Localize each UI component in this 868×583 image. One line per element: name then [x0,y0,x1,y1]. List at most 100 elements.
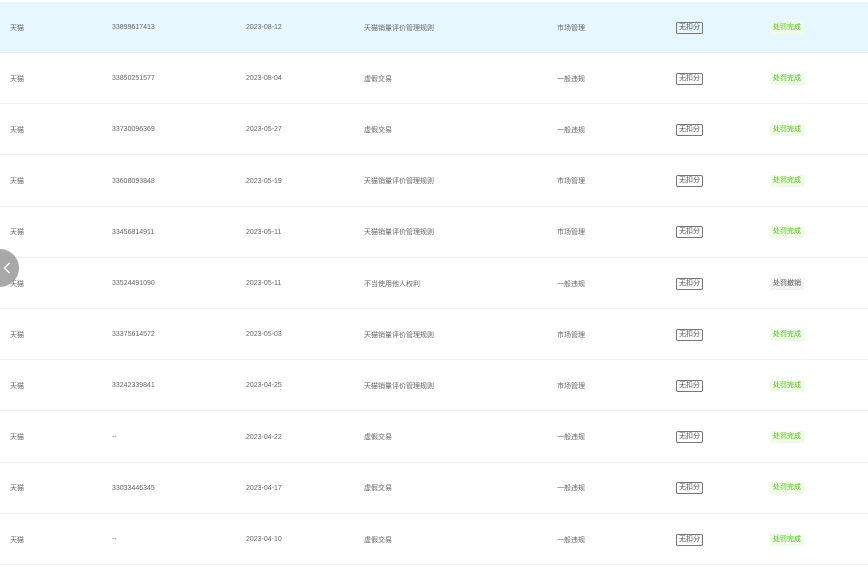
violation-reason-text: 天猫销量评价管理规则 [364,178,434,186]
violation-type-cell: 市场管理 [557,207,585,258]
status-badge: 处罚完成 [770,533,804,546]
status-cell: 处罚完成 [770,463,804,514]
record-id-cell: -- [112,514,117,565]
deduction-tag: 无扣分 [676,379,703,392]
record-id-cell: -- [112,412,117,463]
deduction-tag: 无扣分 [676,123,703,136]
date-cell: 2023-05-19 [246,156,282,207]
platform-cell: 天猫 [10,104,24,155]
record-id-cell: 33456814911 [112,207,154,258]
violation-reason-text: 不当使用他人权利 [364,280,420,288]
table-row[interactable]: 天猫 33375614572 2023-05-03 天猫销量评价管理规则 市场管理 无扣分… [0,309,868,361]
violation-type-text: 市场管理 [557,178,585,186]
chevron-left-icon [3,262,10,274]
violation-reason-text: 天猫销量评价管理规则 [364,229,434,237]
deduction-tag: 无扣分 [676,175,703,188]
date-text: 2023-08-12 [246,24,282,31]
violation-type-cell: 一般违规 [557,412,585,463]
record-id-text: 33850251577 [112,75,155,83]
violation-type-cell: 一般违规 [557,514,585,565]
deduction-cell: 无扣分 [676,207,703,258]
status-badge: 处罚撤销 [770,277,804,290]
deduction-tag: 无扣分 [676,72,703,85]
table-row[interactable]: 天猫 -- 2023-04-10 虚假交易 一般违规 无扣分 处罚完成 [0,514,868,565]
status-cell: 处罚完成 [770,156,804,207]
violation-type-cell: 市场管理 [557,2,585,53]
date-cell: 2023-04-17 [246,463,282,514]
date-text: 2023-04-17 [246,484,282,492]
record-id-text: -- [112,536,117,543]
deduction-tag: 无扣分 [676,21,703,34]
table-row[interactable]: 天猫 33456814911 2023-05-11 天猫销量评价管理规则 市场管理 无扣分… [0,207,868,258]
record-id-cell: 33375614572 [112,309,155,360]
date-text: 2023-04-25 [246,382,282,390]
date-text: 2023-04-10 [246,536,282,543]
deduction-cell: 无扣分 [676,360,703,411]
date-cell: 2023-04-25 [246,360,282,411]
status-cell: 处罚撤销 [770,258,804,309]
platform-cell: 天猫 [10,156,24,207]
violation-reason-cell: 虚假交易 [364,104,392,155]
date-cell: 2023-05-11 [246,258,281,309]
violation-reason-text: 天猫销量评价管理规则 [364,382,434,390]
date-cell: 2023-05-03 [246,309,282,360]
status-cell: 处罚完成 [770,360,804,411]
table-row[interactable]: 天猫 33524491090 2023-05-11 不当使用他人权利 一般违规 无扣分 处罚… [0,258,868,309]
deduction-cell: 无扣分 [676,412,703,463]
date-cell: 2023-04-10 [246,514,282,565]
record-id-cell: 33524491090 [112,258,155,309]
platform-cell: 天猫 [10,514,24,565]
violation-type-text: 一般违规 [557,280,585,288]
table-row[interactable]: 天猫 33608093848 2023-05-19 天猫销量评价管理规则 市场管理 无扣分… [0,156,868,207]
record-id-cell: 33242339841 [112,360,155,411]
violation-reason-cell: 虚假交易 [364,514,392,565]
table-row[interactable]: 天猫 -- 2023-04-22 虚假交易 一般违规 无扣分 处罚完成 [0,412,868,463]
status-badge: 处罚完成 [770,72,804,85]
status-cell: 处罚完成 [770,53,804,104]
record-id-text: 33524491090 [112,280,155,287]
deduction-cell: 无扣分 [676,53,703,104]
platform-cell: 天猫 [10,2,24,53]
table-row[interactable]: 天猫 33899617413 2023-08-12 天猫销量评价管理规则 市场管理 无扣分… [0,2,868,53]
violation-reason-cell: 虚假交易 [364,412,392,463]
deduction-tag: 无扣分 [676,277,703,290]
platform-text: 天猫 [10,434,24,442]
table-row[interactable]: 天猫 33850251577 2023-08-04 虚假交易 一般违规 无扣分 处罚完成 [0,53,868,105]
status-badge: 处罚完成 [770,226,804,239]
status-badge: 处罚完成 [770,123,804,136]
deduction-cell: 无扣分 [676,258,703,309]
record-id-text: 33899617413 [112,24,155,31]
platform-cell: 天猫 [10,360,24,411]
violation-type-text: 一般违规 [557,126,585,134]
violation-reason-text: 天猫销量评价管理规则 [364,24,434,32]
table-row[interactable]: 天猫 33242339841 2023-04-25 天猫销量评价管理规则 市场管理 无扣分… [0,360,868,412]
violation-reason-cell: 天猫销量评价管理规则 [364,207,434,258]
violation-type-text: 一般违规 [557,75,585,83]
status-cell: 处罚完成 [770,207,804,258]
record-id-text: 33033446345 [112,484,155,492]
date-text: 2023-05-11 [246,280,282,287]
date-text: 2023-05-19 [246,177,282,185]
violation-type-text: 一般违规 [557,536,585,544]
violation-reason-cell: 虚假交易 [364,463,392,514]
violation-reason-cell: 虚假交易 [364,53,392,104]
status-cell: 处罚完成 [770,2,804,53]
platform-text: 天猫 [10,75,24,83]
platform-text: 天猫 [10,178,24,186]
violation-reason-cell: 天猫销量评价管理规则 [364,309,434,360]
status-badge: 处罚完成 [770,379,804,392]
date-cell: 2023-08-04 [246,53,282,104]
status-badge: 处罚完成 [770,328,804,341]
table-row[interactable]: 天猫 33033446345 2023-04-17 虚假交易 一般违规 无扣分 处罚完成 [0,463,868,514]
platform-cell: 天猫 [10,412,24,463]
violation-type-cell: 市场管理 [557,309,585,360]
violation-reason-text: 虚假交易 [364,485,392,493]
platform-text: 天猫 [10,126,24,134]
platform-cell: 天猫 [10,53,24,104]
date-text: 2023-08-04 [246,75,282,83]
record-id-cell: 33608093848 [112,156,155,207]
table-row[interactable]: 天猫 33730096369 2023-05-27 虚假交易 一般违规 无扣分 处罚完成 [0,104,868,156]
deduction-tag: 无扣分 [676,328,703,341]
deduction-tag: 无扣分 [676,431,703,444]
violation-type-cell: 一般违规 [557,258,585,309]
